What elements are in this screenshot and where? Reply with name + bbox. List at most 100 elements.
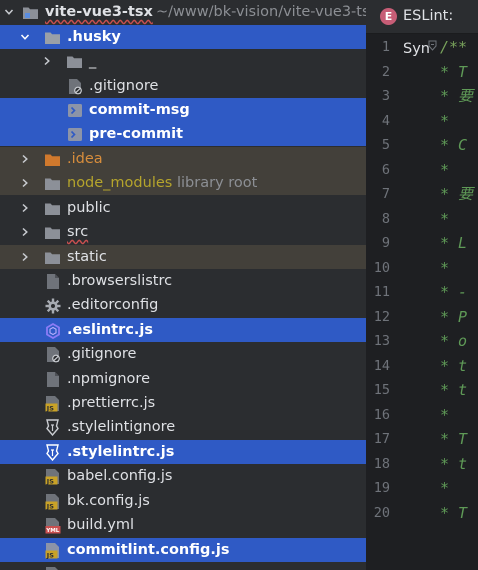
code-line: * T (440, 430, 468, 448)
line-number: 13 (373, 333, 390, 349)
tree-row-static[interactable]: static (0, 245, 366, 269)
code-line: * 要 (440, 185, 474, 203)
svg-text:JS: JS (46, 477, 54, 485)
tree-row-src[interactable]: src (0, 220, 366, 244)
tree-item-label: _ (89, 53, 97, 69)
tree-item-label: .gitignore (67, 346, 137, 362)
line-number: 14 (373, 357, 390, 374)
tree-row-commitlint-config[interactable]: JS commitlint.config.js (0, 538, 366, 562)
tree-item-label: src (67, 224, 89, 240)
line-number: 5 (381, 137, 390, 153)
eslint-icon (44, 322, 61, 339)
code-line: * L (440, 234, 468, 252)
tree-row-stylelintignore[interactable]: .stylelintignore (0, 415, 366, 439)
tree-row-stylelintrc[interactable]: .stylelintrc.js (0, 440, 366, 464)
chevron-right-icon[interactable] (20, 252, 30, 262)
tree-item-label: static (67, 249, 107, 265)
tree-row-pre-commit[interactable]: pre-commit (0, 122, 366, 146)
svg-text:JS: JS (46, 404, 54, 412)
project-name: vite-vue3-tsx (45, 4, 153, 20)
tree-row-underscore[interactable]: _ (0, 49, 366, 73)
tree-item-label: node_modules (67, 175, 173, 191)
code-line: * (440, 405, 450, 424)
tree-row-idea[interactable]: .idea (0, 147, 366, 171)
tree-row-node-modules[interactable]: node_modules library root (0, 171, 366, 195)
line-number-gutter: 1 2 3 4 5 6 7 8 9 10 11 12 13 14 15 16 17 18 19 20 (366, 33, 426, 570)
code-line: * o (440, 332, 468, 350)
line-number: 11 (373, 284, 390, 300)
line-number: 16 (373, 406, 390, 423)
tree-row-gitignore-root[interactable]: .gitignore (0, 342, 366, 366)
code-line: * t (440, 381, 468, 399)
tree-row-editorconfig[interactable]: .editorconfig (0, 293, 366, 317)
line-number: 10 (373, 259, 390, 276)
tree-row-prettierrc[interactable]: JS .prettierrc.js (0, 391, 366, 415)
chevron-down-icon[interactable] (4, 7, 14, 17)
js-file-icon: JS (44, 542, 61, 559)
tree-item-label: build.yml (67, 517, 134, 533)
tree-row-npmignore[interactable]: .npmignore (0, 367, 366, 391)
line-number: 4 (381, 112, 390, 129)
line-number: 8 (381, 210, 390, 227)
tree-row-project-root[interactable]: vite-vue3-tsx ~/www/bk-vision/vite-vue3-… (0, 0, 366, 24)
tree-row-partial[interactable] (0, 562, 366, 570)
line-number: 9 (381, 235, 390, 251)
chevron-right-icon[interactable] (20, 178, 30, 188)
folder-icon (44, 200, 61, 217)
line-number: 17 (373, 431, 390, 447)
tree-item-label: .npmignore (67, 371, 150, 387)
tree-item-label: .stylelintrc.js (67, 444, 175, 460)
tree-row-eslintrc[interactable]: .eslintrc.js (0, 318, 366, 342)
tree-item-label: .gitignore (89, 78, 159, 94)
folder-icon (44, 224, 61, 241)
tree-item-label: public (67, 200, 111, 216)
folder-icon (44, 175, 61, 192)
tree-row-browserslistrc[interactable]: .browserslistrc (0, 269, 366, 293)
fold-marker-icon[interactable] (428, 40, 437, 51)
code-line: * (440, 111, 450, 130)
editor-tab-eslint[interactable]: E ESLint: Syn (366, 0, 478, 57)
tree-item-label: .husky (67, 29, 121, 45)
tree-item-label: .stylelintignore (67, 419, 176, 435)
line-number: 1 (381, 39, 390, 55)
code-line: * T (440, 62, 468, 81)
code-line: * C (440, 136, 468, 154)
line-number: 12 (373, 308, 390, 325)
tree-row-build-yml[interactable]: YML build.yml (0, 513, 366, 537)
code-line: * (440, 479, 450, 497)
tree-row-gitignore[interactable]: .gitignore (0, 74, 366, 98)
ignore-file-icon (66, 78, 83, 95)
tree-item-label: babel.config.js (67, 468, 173, 484)
line-number: 20 (373, 504, 390, 521)
svg-text:YML: YML (45, 528, 60, 534)
chevron-right-icon[interactable] (20, 154, 30, 164)
project-tree-panel[interactable]: vite-vue3-tsx ~/www/bk-vision/vite-vue3-… (0, 0, 366, 570)
folder-icon (44, 29, 61, 46)
code-line: * (440, 258, 450, 277)
library-root-hint: library root (177, 175, 258, 191)
code-editor[interactable]: E ESLint: Syn 1 2 3 4 5 6 7 8 9 10 11 12 13 14 15 16 17 1… (366, 0, 478, 570)
tree-row-bk-config[interactable]: JS bk.config.js (0, 489, 366, 513)
code-line: * 要 (440, 87, 474, 105)
code-line: * P (440, 307, 468, 326)
tree-row-commit-msg[interactable]: commit-msg (0, 98, 366, 122)
line-number: 19 (373, 480, 390, 496)
terminal-file-icon (66, 126, 83, 143)
tree-item-label: commitlint.config.js (67, 542, 230, 558)
tree-item-label: pre-commit (89, 126, 184, 142)
line-number: 15 (373, 382, 390, 398)
chevron-right-icon[interactable] (42, 56, 52, 66)
chevron-right-icon[interactable] (20, 227, 30, 237)
chevron-down-icon[interactable] (20, 32, 30, 42)
stylelint-icon (44, 419, 61, 436)
tree-item-label: .idea (67, 151, 103, 167)
tree-row-babel-config[interactable]: JS babel.config.js (0, 464, 366, 488)
code-line: /** (440, 38, 468, 56)
chevron-right-icon[interactable] (20, 203, 30, 213)
tree-row-husky[interactable]: .husky (0, 25, 366, 49)
folder-icon (22, 4, 39, 21)
js-file-icon (44, 566, 61, 570)
tree-row-public[interactable]: public (0, 196, 366, 220)
code-line: * T (440, 503, 468, 522)
gear-icon (44, 297, 61, 314)
